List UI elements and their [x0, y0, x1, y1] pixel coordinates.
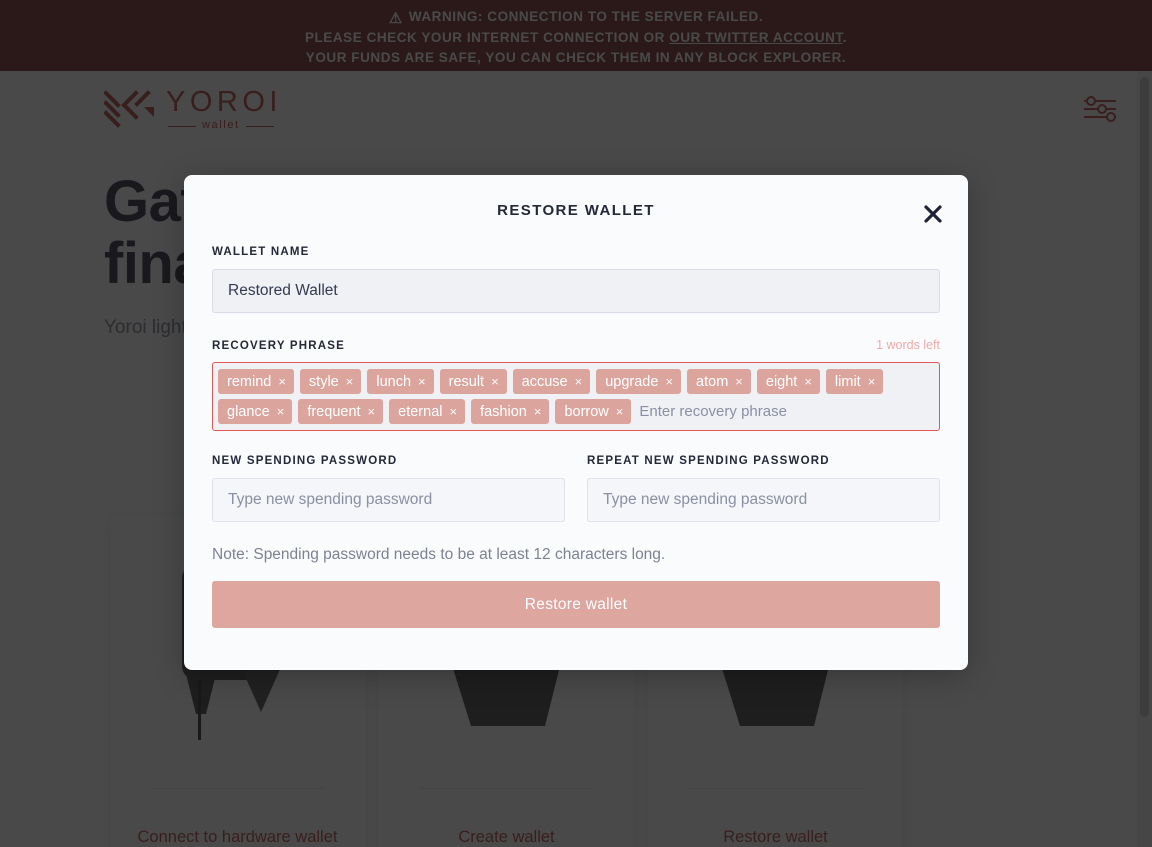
recovery-word-label: borrow [564, 403, 609, 420]
recovery-word-chip[interactable]: borrow × [555, 399, 632, 424]
recovery-word-chip[interactable]: eight × [756, 369, 820, 394]
dialog-title: RESTORE WALLET [497, 202, 655, 219]
words-left-counter: 1 words left [876, 338, 940, 352]
new-password-label: NEW SPENDING PASSWORD [212, 455, 398, 467]
recovery-word-chip[interactable]: atom × [687, 369, 751, 394]
recovery-word-label: eight [765, 373, 798, 390]
recovery-phrase-input[interactable] [637, 399, 933, 424]
recovery-word-label: glance [227, 403, 270, 420]
recovery-word-chip[interactable]: accuse × [512, 369, 591, 394]
remove-word-icon[interactable]: × [491, 374, 499, 389]
remove-word-icon[interactable]: × [418, 374, 426, 389]
restore-wallet-dialog: RESTORE WALLET WALLET NAME RECOVERY PHRA… [184, 175, 968, 670]
recovery-word-chip[interactable]: remind × [218, 369, 294, 394]
repeat-password-field-group: REPEAT NEW SPENDING PASSWORD [587, 455, 940, 522]
recovery-phrase-field-group: RECOVERY PHRASE 1 words left remind × styl… [212, 338, 940, 431]
recovery-word-chip[interactable]: lunch × [367, 369, 434, 394]
recovery-word-label: frequent [307, 403, 361, 420]
remove-word-icon[interactable]: × [804, 374, 812, 389]
recovery-word-chip[interactable]: upgrade × [596, 369, 682, 394]
recovery-word-label: remind [227, 373, 272, 390]
recovery-phrase-header: RECOVERY PHRASE 1 words left [212, 338, 940, 352]
recovery-word-label: fashion [480, 403, 527, 420]
remove-word-icon[interactable]: × [449, 404, 457, 419]
remove-word-icon[interactable]: × [368, 404, 376, 419]
recovery-word-label: atom [696, 373, 729, 390]
recovery-word-chip[interactable]: frequent × [298, 399, 384, 424]
recovery-word-label: style [308, 373, 339, 390]
recovery-word-chip[interactable]: fashion × [471, 399, 550, 424]
remove-word-icon[interactable]: × [534, 404, 542, 419]
remove-word-icon[interactable]: × [665, 374, 673, 389]
recovery-word-chip[interactable]: result × [439, 369, 507, 394]
recovery-word-label: accuse [521, 373, 568, 390]
recovery-word-label: upgrade [605, 373, 659, 390]
recovery-word-label: lunch [376, 373, 412, 390]
wallet-name-field-group: WALLET NAME [212, 246, 940, 313]
wallet-name-input[interactable] [212, 269, 940, 313]
recovery-phrase-label: RECOVERY PHRASE [212, 340, 346, 352]
new-password-field-group: NEW SPENDING PASSWORD [212, 455, 565, 522]
recovery-word-chip[interactable]: limit × [825, 369, 884, 394]
remove-word-icon[interactable]: × [277, 404, 285, 419]
remove-word-icon[interactable]: × [278, 374, 286, 389]
new-spending-password-input[interactable] [212, 478, 565, 522]
remove-word-icon[interactable]: × [575, 374, 583, 389]
repeat-spending-password-input[interactable] [587, 478, 940, 522]
wallet-name-label: WALLET NAME [212, 246, 310, 258]
recovery-word-chip[interactable]: glance × [218, 399, 293, 424]
remove-word-icon[interactable]: × [346, 374, 354, 389]
close-x-icon[interactable] [918, 199, 948, 229]
recovery-phrase-chips-box[interactable]: remind × style × lunch × result × accuse × upgrade… [212, 362, 940, 431]
recovery-word-label: limit [834, 373, 861, 390]
password-fields-row: NEW SPENDING PASSWORD REPEAT NEW SPENDIN… [212, 455, 940, 522]
repeat-password-label: REPEAT NEW SPENDING PASSWORD [587, 455, 830, 467]
recovery-word-label: eternal [398, 403, 443, 420]
recovery-word-chip[interactable]: style × [299, 369, 362, 394]
recovery-word-label: result [448, 373, 485, 390]
restore-wallet-submit-button[interactable]: Restore wallet [212, 581, 940, 628]
password-requirement-note: Note: Spending password needs to be at l… [212, 546, 666, 563]
recovery-word-chip[interactable]: eternal × [389, 399, 466, 424]
remove-word-icon[interactable]: × [735, 374, 743, 389]
remove-word-icon[interactable]: × [616, 404, 624, 419]
remove-word-icon[interactable]: × [868, 374, 876, 389]
